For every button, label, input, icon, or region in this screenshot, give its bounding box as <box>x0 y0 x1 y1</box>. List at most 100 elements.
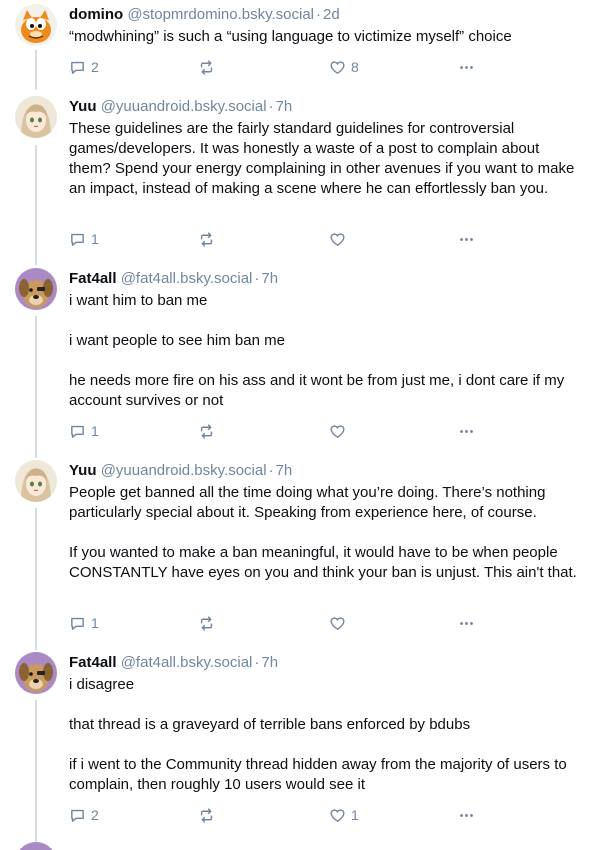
separator: · <box>254 270 260 287</box>
post-text: People get banned all the time doing wha… <box>69 483 579 583</box>
post-paragraph: “modwhining” is such a “using language t… <box>69 28 512 45</box>
reply-button[interactable]: 2 <box>69 57 99 77</box>
post-paragraph: i want him to ban me <box>69 292 208 309</box>
more-options-button[interactable] <box>458 421 475 441</box>
repost-icon <box>200 807 213 823</box>
garfield-avatar-icon <box>15 4 57 46</box>
post-header: Fat4all @fat4all.bsky.social · 7h <box>69 269 579 289</box>
reply-button[interactable]: 1 <box>69 229 99 249</box>
timestamp[interactable]: 7h <box>276 462 293 479</box>
avatar[interactable] <box>15 4 57 46</box>
timestamp[interactable]: 7h <box>276 98 293 115</box>
ellipsis-icon <box>460 429 473 433</box>
reply-button[interactable]: 2 <box>69 805 99 825</box>
post[interactable]: Yuu @yuuandroid.bsky.social · 7h These gui… <box>0 96 599 256</box>
separator: · <box>316 6 322 23</box>
author-handle[interactable]: @yuuandroid.bsky.social <box>101 462 267 479</box>
author-handle[interactable]: @stopmrdomino.bsky.social <box>127 6 314 23</box>
heart-icon <box>330 808 345 822</box>
ellipsis-icon <box>460 813 473 817</box>
like-count: 8 <box>351 59 359 75</box>
post-actions: 2 1 <box>69 805 489 825</box>
post-actions: 1 <box>69 229 489 249</box>
heart-icon <box>330 616 345 630</box>
post-text: i disagree that thread is a graveyard of… <box>69 675 579 795</box>
reply-count: 1 <box>91 231 99 247</box>
post[interactable]: Fat4all @fat4all.bsky.social · 7h i disagr… <box>0 652 599 832</box>
ellipsis-icon <box>460 237 473 241</box>
timestamp[interactable]: 7h <box>261 270 278 287</box>
more-options-button[interactable] <box>458 805 475 825</box>
separator: · <box>268 98 274 115</box>
post-paragraph: If you wanted to make a ban meaningful, … <box>69 544 577 581</box>
timestamp[interactable]: 2d <box>323 6 340 23</box>
post-header: Fat4all @fat4all.bsky.social · 7h <box>69 653 579 673</box>
post-text: “modwhining” is such a “using language t… <box>69 27 579 47</box>
reply-count: 1 <box>91 615 99 631</box>
post-paragraph: that thread is a graveyard of terrible b… <box>69 716 471 733</box>
avatar[interactable] <box>15 268 57 310</box>
like-button[interactable] <box>329 229 351 249</box>
reply-icon <box>71 233 84 246</box>
post[interactable]: Yuu @yuuandroid.bsky.social · 7h People ge… <box>0 460 599 640</box>
author-name[interactable]: Yuu <box>69 462 97 479</box>
avatar[interactable] <box>15 652 57 694</box>
separator: · <box>254 654 260 671</box>
repost-icon <box>200 59 213 75</box>
more-options-button[interactable] <box>458 57 475 77</box>
dog-avatar-icon <box>15 268 57 310</box>
more-options-button[interactable] <box>458 229 475 249</box>
avatar <box>15 842 57 850</box>
post-header: domino @stopmrdomino.bsky.social · 2d <box>69 5 579 25</box>
reply-icon <box>71 617 84 630</box>
reply-count: 2 <box>91 59 99 75</box>
avatar[interactable] <box>15 96 57 138</box>
like-button[interactable]: 1 <box>329 805 359 825</box>
post-text: These guidelines are the fairly standard… <box>69 119 579 199</box>
post-paragraph: if i went to the Community thread hidden… <box>69 756 567 793</box>
repost-button[interactable] <box>198 421 215 441</box>
reply-button[interactable]: 1 <box>69 613 99 633</box>
post-actions: 1 <box>69 421 489 441</box>
repost-icon <box>200 615 213 631</box>
heart-icon <box>330 232 345 246</box>
more-options-button[interactable] <box>458 613 475 633</box>
reply-count: 1 <box>91 423 99 439</box>
repost-button[interactable] <box>198 57 215 77</box>
author-name[interactable]: Fat4all <box>69 654 117 671</box>
post-paragraph: i disagree <box>69 676 135 693</box>
post-text: i want him to ban me i want people to se… <box>69 291 579 411</box>
heart-icon <box>330 60 345 74</box>
reply-count: 2 <box>91 807 99 823</box>
reply-button[interactable]: 1 <box>69 421 99 441</box>
separator: · <box>268 462 274 479</box>
post-header: Yuu @yuuandroid.bsky.social · 7h <box>69 97 579 117</box>
post-actions: 2 8 <box>69 57 489 77</box>
like-count: 1 <box>351 807 359 823</box>
author-name[interactable]: Yuu <box>69 98 97 115</box>
post-actions: 1 <box>69 613 489 633</box>
post[interactable]: domino @stopmrdomino.bsky.social · 2d “mod… <box>0 4 599 84</box>
author-handle[interactable]: @fat4all.bsky.social <box>121 270 253 287</box>
post[interactable]: Fat4all @fat4all.bsky.social · 7h i want h… <box>0 268 599 448</box>
like-button[interactable] <box>329 421 351 441</box>
like-button[interactable]: 8 <box>329 57 359 77</box>
reply-icon <box>71 61 84 74</box>
anime-avatar-icon <box>15 96 57 138</box>
post-paragraph: he needs more fire on his ass and it won… <box>69 372 565 409</box>
author-name[interactable]: Fat4all <box>69 270 117 287</box>
like-button[interactable] <box>329 613 351 633</box>
timestamp[interactable]: 7h <box>261 654 278 671</box>
reply-icon <box>71 425 84 438</box>
author-name[interactable]: domino <box>69 6 123 23</box>
next-post-avatar-peek[interactable] <box>15 842 57 850</box>
ellipsis-icon <box>460 621 473 625</box>
avatar[interactable] <box>15 460 57 502</box>
repost-button[interactable] <box>198 613 215 633</box>
repost-icon <box>200 423 213 439</box>
post-paragraph: These guidelines are the fairly standard… <box>69 120 575 197</box>
author-handle[interactable]: @yuuandroid.bsky.social <box>101 98 267 115</box>
repost-button[interactable] <box>198 229 215 249</box>
repost-button[interactable] <box>198 805 215 825</box>
author-handle[interactable]: @fat4all.bsky.social <box>121 654 253 671</box>
